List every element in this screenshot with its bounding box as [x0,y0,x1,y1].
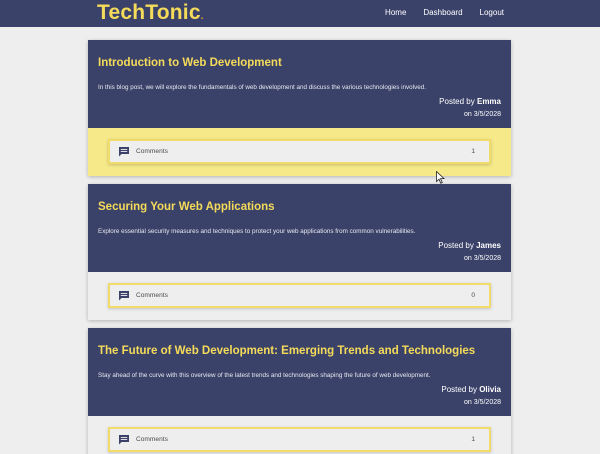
post-card: Securing Your Web Applications Explore e… [88,184,511,320]
comment-icon [119,147,129,157]
nav-links: Home Dashboard Logout [385,8,504,17]
post-card: The Future of Web Development: Emerging … [88,328,511,454]
post-footer: Comments 1 [88,416,511,454]
post-title[interactable]: The Future of Web Development: Emerging … [98,345,475,357]
post-date: on 3/5/2028 [464,399,501,406]
post-description: In this blog post, we will explore the f… [98,84,426,91]
post-author: Olivia [479,385,501,394]
comments-button[interactable]: Comments 0 [108,283,491,308]
post-author: Emma [476,97,501,106]
nav-link-home[interactable]: Home [385,8,406,17]
comments-button[interactable]: Comments 1 [108,427,491,452]
post-description: Stay ahead of the curve with this overvi… [98,372,431,379]
post-author-line: Posted by Olivia [441,385,501,394]
post-date: on 3/5/2028 [464,255,501,262]
navbar: TechTonic. Home Dashboard Logout [0,0,600,27]
post-author-line: Posted by Emma [439,97,501,106]
comments-label: Comments [136,292,168,299]
comments-count: 0 [471,292,475,299]
comments-label: Comments [136,436,168,443]
post-author-line: Posted by James [438,241,501,250]
comments-count: 1 [471,148,475,155]
post-header: Securing Your Web Applications Explore e… [88,184,511,272]
comments-label: Comments [136,148,168,155]
post-header: The Future of Web Development: Emerging … [88,328,511,416]
comment-icon [119,435,129,445]
post-author: James [476,241,501,250]
mouse-cursor-icon [436,171,445,184]
post-card: Introduction to Web Development In this … [88,40,511,176]
post-footer: Comments 1 [88,128,511,176]
post-title[interactable]: Introduction to Web Development [98,57,282,69]
comment-icon [119,291,129,301]
comments-count: 1 [471,436,475,443]
brand-logo[interactable]: TechTonic. [97,1,204,25]
nav-link-dashboard[interactable]: Dashboard [423,8,462,17]
post-header: Introduction to Web Development In this … [88,40,511,128]
nav-link-logout[interactable]: Logout [480,8,504,17]
comments-button[interactable]: Comments 1 [108,139,491,164]
post-description: Explore essential security measures and … [98,228,416,235]
post-date: on 3/5/2028 [464,111,501,118]
post-footer: Comments 0 [88,272,511,320]
post-title[interactable]: Securing Your Web Applications [98,201,275,213]
